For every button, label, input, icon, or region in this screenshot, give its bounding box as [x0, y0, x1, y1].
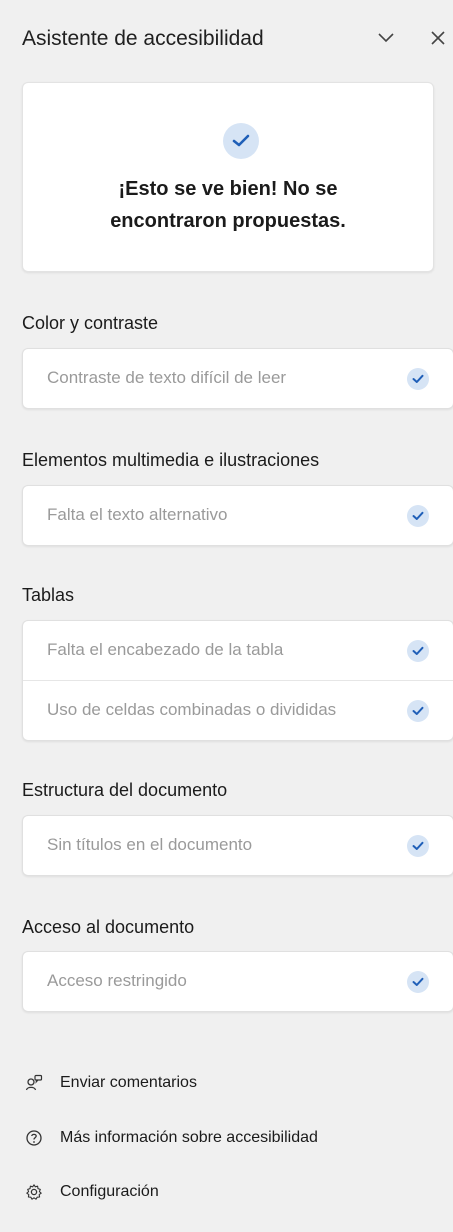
feedback-icon	[24, 1073, 44, 1093]
pane-header: Asistente de accesibilidad	[0, 0, 453, 80]
list-item[interactable]: Falta el texto alternativo	[23, 486, 453, 545]
list-item[interactable]: Sin títulos en el documento	[23, 816, 453, 875]
check-circle-icon	[407, 700, 429, 722]
item-label: Contraste de texto difícil de leer	[47, 368, 287, 387]
item-label: Falta el encabezado de la tabla	[47, 640, 284, 659]
check-circle-icon	[407, 368, 429, 390]
group-color: Contraste de texto difícil de leer	[22, 348, 453, 409]
close-button[interactable]	[424, 24, 452, 52]
feedback-label: Enviar comentarios	[60, 1074, 197, 1091]
settings-label: Configuración	[60, 1183, 159, 1200]
check-circle-icon	[407, 835, 429, 857]
status-message: ¡Esto se ve bien! No se encontraron prop…	[110, 178, 346, 232]
pane-title: Asistente de accesibilidad	[22, 27, 264, 50]
chevron-down-icon	[378, 33, 394, 43]
list-item[interactable]: Uso de celdas combinadas o divididas	[23, 680, 453, 740]
section-title-media: Elementos multimedia e ilustraciones	[22, 450, 320, 470]
feedback-link[interactable]: Enviar comentarios	[24, 1069, 197, 1097]
group-tables: Falta el encabezado de la tabla Uso de c…	[22, 620, 453, 741]
list-item[interactable]: Falta el encabezado de la tabla	[23, 621, 453, 680]
list-item[interactable]: Acceso restringido	[23, 952, 453, 1011]
item-label: Falta el texto alternativo	[47, 505, 228, 524]
status-card: ¡Esto se ve bien! No se encontraron prop…	[22, 82, 434, 272]
learn-more-link[interactable]: Más información sobre accesibilidad	[24, 1124, 318, 1152]
section-title-color: Color y contraste	[22, 313, 159, 333]
group-structure: Sin títulos en el documento	[22, 815, 453, 876]
check-circle-icon	[407, 971, 429, 993]
section-title-access: Acceso al documento	[22, 917, 195, 937]
group-media: Falta el texto alternativo	[22, 485, 453, 546]
item-label: Acceso restringido	[47, 971, 187, 990]
close-icon	[431, 31, 445, 45]
item-label: Sin títulos en el documento	[47, 835, 253, 854]
section-title-structure: Estructura del documento	[22, 780, 228, 800]
settings-link[interactable]: Configuración	[24, 1178, 159, 1206]
item-label: Uso de celdas combinadas o divididas	[47, 700, 337, 719]
check-circle-icon	[407, 640, 429, 662]
list-item[interactable]: Contraste de texto difícil de leer	[23, 349, 453, 408]
learn-more-label: Más información sobre accesibilidad	[60, 1129, 318, 1146]
check-circle-icon	[223, 123, 259, 159]
check-circle-icon	[407, 505, 429, 527]
help-icon	[24, 1128, 44, 1148]
gear-icon	[24, 1182, 44, 1202]
group-access: Acceso restringido	[22, 951, 453, 1012]
collapse-button[interactable]	[372, 24, 400, 52]
section-title-tables: Tablas	[22, 585, 75, 605]
